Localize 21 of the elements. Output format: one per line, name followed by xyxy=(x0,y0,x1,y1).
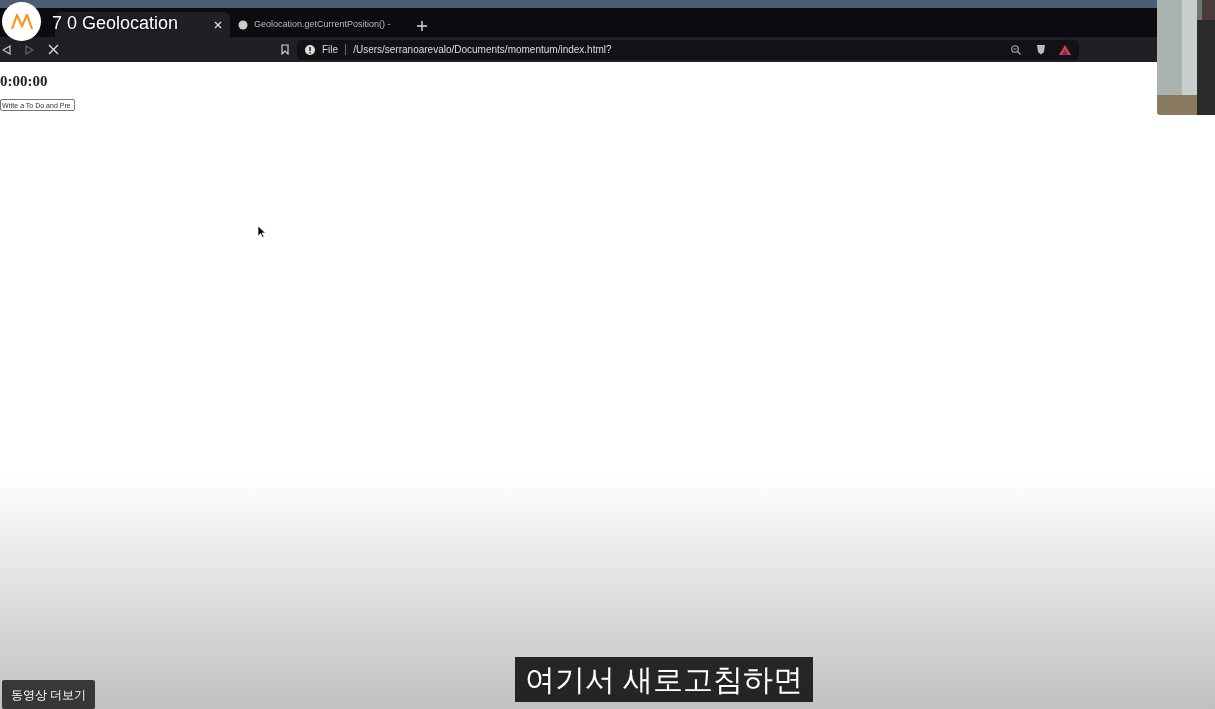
triangle-icon[interactable] xyxy=(1059,44,1071,55)
url-text: /Users/serranoarevalo/Documents/momentum/index.html? xyxy=(353,43,612,57)
forward-icon[interactable] xyxy=(25,44,34,55)
cursor-icon xyxy=(257,225,266,238)
close-icon[interactable] xyxy=(214,20,222,29)
browser-tab[interactable] xyxy=(55,12,230,37)
plus-icon[interactable] xyxy=(417,21,427,31)
video-title[interactable]: 7 0 Geolocation xyxy=(52,10,179,37)
url-scheme: File xyxy=(322,43,339,57)
shield-icon[interactable] xyxy=(1036,44,1046,55)
zoom-out-icon[interactable] xyxy=(1011,44,1021,55)
browser-tab[interactable]: Geolocation.getCurrentPosition() - xyxy=(230,12,405,37)
logo-icon xyxy=(10,13,33,30)
back-icon[interactable] xyxy=(2,44,11,55)
info-icon xyxy=(305,44,315,55)
more-videos-button[interactable]: 동영상 더보기 xyxy=(2,680,96,709)
subtitle-text: 여기서 새로고침하면 xyxy=(515,657,814,702)
address-bar[interactable]: File /Users/serranoarevalo/Documents/momentum/index.html? xyxy=(297,39,1079,60)
bookmark-icon[interactable] xyxy=(281,44,289,55)
close-icon[interactable] xyxy=(48,44,59,55)
clock-text: 0:00:00 xyxy=(0,74,49,89)
